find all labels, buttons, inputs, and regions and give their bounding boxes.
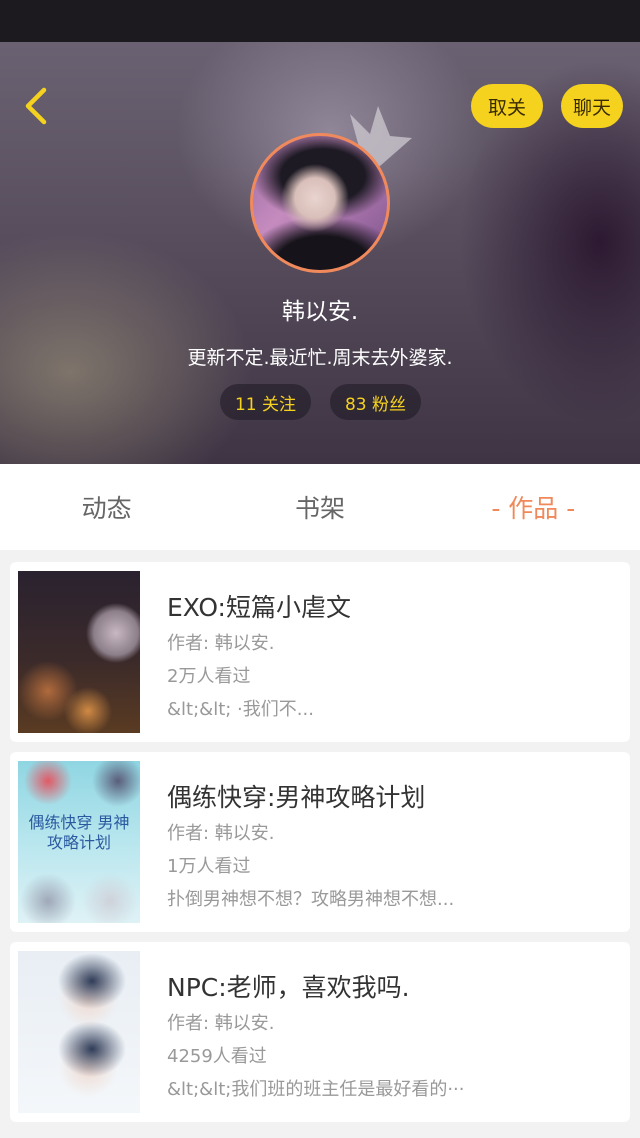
user-name: 韩以安.	[281, 299, 359, 325]
work-title: NPC:老师，喜欢我吗.	[167, 973, 410, 1002]
chevron-left-icon	[25, 87, 47, 125]
tab-feed[interactable]: 动态	[0, 464, 213, 550]
followers-count[interactable]: 83 粉丝	[330, 384, 421, 420]
user-bio: 更新不定.最近忙.周末去外婆家.	[187, 347, 453, 369]
work-views: 4259人看过	[167, 1046, 267, 1067]
work-author: 作者: 韩以安.	[167, 633, 275, 654]
book-cover: 偶练快穿 男神攻略计划	[18, 761, 140, 923]
profile-tabs: 动态 书架 - 作品 -	[0, 464, 640, 550]
book-cover	[18, 951, 140, 1113]
cover-title: 偶练快穿 男神攻略计划	[28, 813, 130, 852]
work-author: 作者: 韩以安.	[167, 823, 275, 844]
unfollow-button[interactable]: 取关	[471, 84, 543, 128]
back-button[interactable]	[18, 86, 58, 126]
work-card[interactable]: NPC:老师，喜欢我吗. 作者: 韩以安. 4259人看过 &lt;&lt;我们…	[10, 942, 630, 1122]
work-description: &lt;&lt;我们班的班主任是最好看的···	[167, 1079, 465, 1100]
work-author: 作者: 韩以安.	[167, 1013, 275, 1034]
work-title: 偶练快穿:男神攻略计划	[167, 783, 426, 812]
status-bar	[0, 0, 640, 42]
chat-button[interactable]: 聊天	[561, 84, 623, 128]
work-description: 扑倒男神想不想？攻略男神想不想...	[167, 889, 455, 910]
avatar[interactable]	[250, 133, 390, 273]
book-cover	[18, 571, 140, 733]
tab-bookshelf[interactable]: 书架	[213, 464, 426, 550]
work-card[interactable]: EXO:短篇小虐文 作者: 韩以安. 2万人看过 &lt;&lt; ·我们不..…	[10, 562, 630, 742]
following-count[interactable]: 11 关注	[220, 384, 311, 420]
tab-works[interactable]: - 作品 -	[427, 464, 640, 550]
profile-header: 取关 聊天 韩以安. 更新不定.最近忙.周末去外婆家. 11 关注 83 粉丝	[0, 42, 640, 464]
work-views: 1万人看过	[167, 856, 251, 877]
work-views: 2万人看过	[167, 666, 251, 687]
work-title: EXO:短篇小虐文	[167, 593, 351, 622]
work-description: &lt;&lt; ·我们不...	[167, 699, 314, 720]
work-card[interactable]: 偶练快穿 男神攻略计划 偶练快穿:男神攻略计划 作者: 韩以安. 1万人看过 扑…	[10, 752, 630, 932]
works-list: EXO:短篇小虐文 作者: 韩以安. 2万人看过 &lt;&lt; ·我们不..…	[10, 562, 630, 1132]
